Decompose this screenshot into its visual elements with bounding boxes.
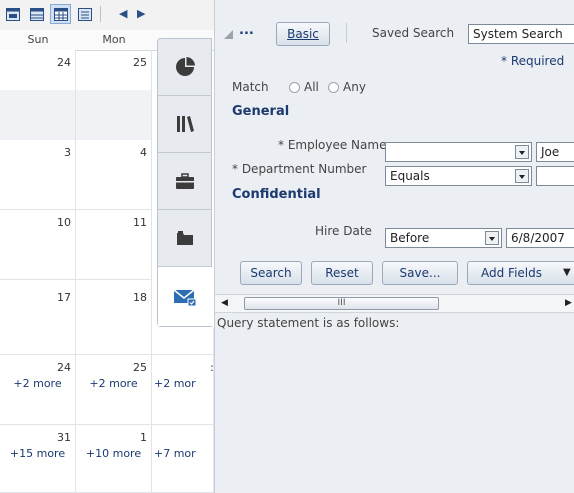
- pie-chart-icon: [176, 57, 195, 76]
- week-view-button[interactable]: [26, 4, 47, 24]
- calendar-cell[interactable]: 11: [76, 210, 152, 280]
- date-number[interactable]: 24: [57, 56, 71, 69]
- department-operator-select[interactable]: Equals: [385, 166, 532, 186]
- date-number[interactable]: 1: [140, 431, 147, 444]
- collapse-triangle-icon[interactable]: [223, 29, 234, 40]
- horizontal-scrollbar[interactable]: ◀ III ▶: [215, 294, 574, 313]
- calendar-cell[interactable]: 25 +2 more: [76, 355, 152, 425]
- week-view-icon: [29, 7, 44, 21]
- previous-arrow-icon[interactable]: ◀: [119, 7, 127, 20]
- vertical-tab-strip: [157, 38, 212, 327]
- day-header-mon: Mon: [76, 30, 152, 51]
- briefcase-icon: [176, 173, 194, 189]
- save-button[interactable]: Save...: [382, 261, 458, 285]
- date-number[interactable]: 31: [57, 431, 71, 444]
- required-note: * Required: [501, 54, 565, 68]
- tab-briefcase[interactable]: [158, 153, 212, 210]
- date-number[interactable]: 4: [140, 146, 147, 159]
- toolbar-separator: [100, 6, 101, 22]
- tab-library[interactable]: [158, 96, 212, 153]
- calendar-cell[interactable]: 31 +15 more: [0, 425, 76, 493]
- date-number[interactable]: 11: [133, 216, 147, 229]
- calendar-cell[interactable]: : +2 mor: [152, 355, 214, 425]
- more-events-link[interactable]: +2 more: [76, 377, 151, 390]
- day-view-icon: [5, 7, 20, 21]
- saved-search-label: Saved Search: [372, 26, 455, 40]
- list-view-icon: [77, 7, 92, 21]
- date-number[interactable]: 18: [133, 291, 147, 304]
- match-all-label: All: [304, 80, 319, 94]
- confidential-section-header: Confidential: [232, 187, 321, 202]
- calendar-cell[interactable]: 24: [0, 50, 76, 140]
- calendar-cell[interactable]: 18: [76, 280, 152, 355]
- calendar-cell[interactable]: [152, 327, 214, 355]
- hire-date-label: Hire Date: [315, 224, 372, 238]
- mail-icon: [173, 288, 197, 306]
- more-events-link[interactable]: +10 more: [76, 447, 151, 460]
- month-view-button[interactable]: [50, 4, 71, 24]
- add-fields-button[interactable]: Add Fields ▼: [467, 261, 574, 285]
- basic-button[interactable]: Basic: [276, 22, 330, 46]
- date-number[interactable]: 25: [133, 56, 147, 69]
- date-number[interactable]: 25: [133, 361, 147, 374]
- calendar-cell[interactable]: 17: [0, 280, 76, 355]
- folder-icon: [177, 231, 193, 245]
- day-view-button[interactable]: [2, 4, 23, 24]
- date-number[interactable]: 10: [57, 216, 71, 229]
- calendar-cell[interactable]: 10: [0, 210, 76, 280]
- dropdown-arrow-icon[interactable]: [515, 169, 529, 183]
- employee-name-label: * Employee Name: [278, 138, 387, 152]
- calendar-cell[interactable]: 25: [76, 50, 152, 140]
- more-events-link[interactable]: +2 more: [0, 377, 75, 390]
- header-separator: [346, 23, 347, 43]
- match-any-radio[interactable]: [328, 82, 339, 93]
- date-number[interactable]: 17: [57, 291, 71, 304]
- library-icon: [177, 116, 194, 132]
- department-number-label: * Department Number: [232, 162, 367, 176]
- saved-search-select[interactable]: System Search: [468, 24, 574, 44]
- department-number-input[interactable]: [536, 166, 574, 186]
- more-events-link[interactable]: +7 mor: [154, 447, 214, 460]
- tab-analytics[interactable]: [158, 39, 212, 96]
- calendar-cell[interactable]: 1 +10 more: [76, 425, 152, 493]
- month-view-icon: [53, 7, 68, 21]
- list-view-button[interactable]: [74, 4, 95, 24]
- general-section-header: General: [232, 104, 290, 119]
- more-events-link[interactable]: +2 mor: [154, 377, 214, 390]
- calendar-cell[interactable]: 4: [76, 140, 152, 210]
- date-number[interactable]: 3: [64, 146, 71, 159]
- dropdown-arrow-icon[interactable]: [485, 231, 499, 245]
- more-events-link[interactable]: +15 more: [0, 447, 75, 460]
- scroll-right-icon[interactable]: ▶: [565, 298, 572, 308]
- calendar-toolbar: ◀ ▶: [0, 0, 214, 31]
- query-statement-text: Query statement is as follows:: [217, 316, 400, 330]
- match-any-label: Any: [343, 80, 366, 94]
- tab-mail[interactable]: [158, 267, 212, 326]
- match-all-radio[interactable]: [289, 82, 300, 93]
- dropdown-arrow-icon[interactable]: [515, 145, 529, 159]
- add-fields-dropdown-icon[interactable]: ▼: [563, 262, 571, 284]
- day-header-sun: Sun: [0, 30, 76, 51]
- match-label: Match: [232, 80, 269, 94]
- calendar-cell[interactable]: 24 +2 more: [0, 355, 76, 425]
- scroll-thumb[interactable]: III: [244, 297, 439, 310]
- employee-name-operator-select[interactable]: [385, 142, 532, 162]
- tab-folder[interactable]: [158, 210, 212, 267]
- hire-date-operator-select[interactable]: Before: [385, 228, 502, 248]
- scroll-left-icon[interactable]: ◀: [221, 298, 228, 308]
- panel-title-ellipsis: ...: [239, 23, 254, 38]
- calendar-cell[interactable]: +7 mor: [152, 425, 214, 493]
- hire-date-input[interactable]: 6/8/2007: [506, 228, 574, 248]
- date-number[interactable]: 24: [57, 361, 71, 374]
- next-arrow-icon[interactable]: ▶: [137, 7, 145, 20]
- search-button[interactable]: Search: [240, 261, 302, 285]
- calendar-cell[interactable]: 3: [0, 140, 76, 210]
- add-fields-label: Add Fields: [481, 266, 542, 280]
- reset-button[interactable]: Reset: [311, 261, 373, 285]
- employee-name-input[interactable]: Joe: [536, 142, 574, 162]
- query-panel: ... Basic Saved Search System Search * R…: [214, 0, 574, 493]
